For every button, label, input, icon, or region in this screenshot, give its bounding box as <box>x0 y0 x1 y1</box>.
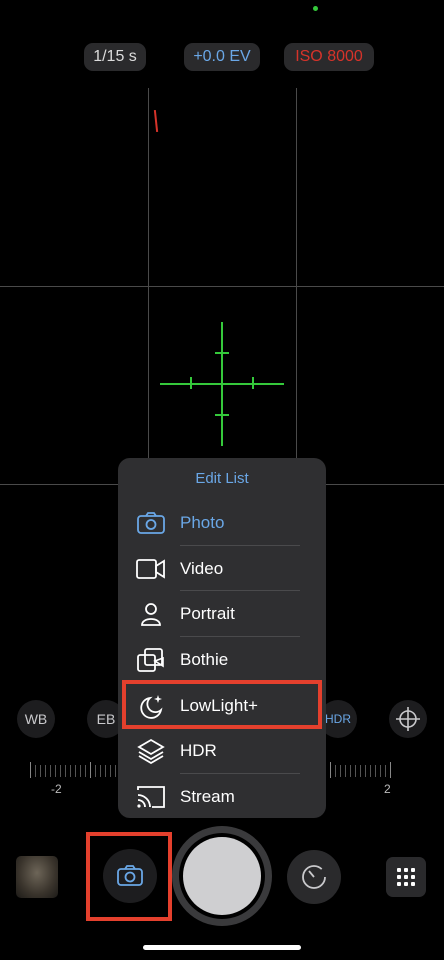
menu-item-label: Bothie <box>180 650 229 669</box>
layers-icon <box>137 738 165 764</box>
ruler-tick <box>65 765 66 777</box>
grid-level-button[interactable] <box>389 700 427 738</box>
ruler-tick <box>345 765 346 777</box>
menu-item-label: Video <box>180 559 224 578</box>
cast-icon <box>137 786 165 808</box>
home-indicator <box>143 945 301 950</box>
lowlight-highlight-frame <box>122 680 322 729</box>
ruler-tick <box>365 765 366 777</box>
ruler-tick <box>390 762 391 778</box>
ruler-tick <box>45 765 46 777</box>
menu-item-photo[interactable]: Photo <box>118 500 326 545</box>
ruler-tick <box>370 765 371 777</box>
ruler-tick <box>105 765 106 777</box>
iso-pill[interactable]: ISO 8000 <box>284 43 374 71</box>
menu-item-hdr[interactable]: HDR <box>118 728 326 773</box>
mode-edit-list-popup: Edit List Photo Video Portrait Bothie Lo… <box>118 458 326 818</box>
ruler-tick <box>50 765 51 777</box>
ruler-tick <box>115 765 116 777</box>
menu-item-label: Stream <box>180 787 235 806</box>
edit-list-button[interactable]: Edit List <box>118 458 326 500</box>
menu-item-bothie[interactable]: Bothie <box>118 637 326 682</box>
ruler-tick <box>60 765 61 777</box>
menu-item-video[interactable]: Video <box>118 546 326 591</box>
bothie-icon <box>137 648 164 672</box>
timer-icon <box>302 865 326 889</box>
menu-item-label: Photo <box>180 513 225 532</box>
ruler-tick <box>30 762 31 778</box>
menu-item-portrait[interactable]: Portrait <box>118 591 326 636</box>
photo-mode-highlight-frame <box>86 832 172 921</box>
grid-line-left <box>148 88 149 486</box>
ruler-tick <box>75 765 76 777</box>
timer-button[interactable] <box>287 850 341 904</box>
ruler-tick <box>335 765 336 777</box>
level-icon <box>396 707 420 731</box>
white-balance-button[interactable]: WB <box>17 700 55 738</box>
ruler-tick <box>40 765 41 777</box>
level-indicator <box>153 109 159 133</box>
grid-icon <box>397 868 415 886</box>
ruler-tick <box>80 765 81 777</box>
ruler-tick <box>330 762 331 778</box>
modes-grid-button[interactable] <box>386 857 426 897</box>
menu-item-label: Portrait <box>180 604 235 623</box>
gallery-thumbnail[interactable] <box>16 856 58 898</box>
ruler-tick <box>375 765 376 777</box>
ruler-tick <box>55 765 56 777</box>
shutter-button[interactable] <box>172 826 272 926</box>
person-icon <box>141 603 161 626</box>
ruler-tick <box>95 765 96 777</box>
ruler-tick <box>85 765 86 777</box>
ruler-tick <box>380 765 381 777</box>
ruler-tick <box>110 765 111 777</box>
ruler-tick <box>360 765 361 777</box>
ruler-tick <box>350 765 351 777</box>
ruler-tick <box>385 765 386 777</box>
menu-item-label: HDR <box>180 741 217 760</box>
camera-icon <box>137 512 165 534</box>
camera-indicator-dot <box>313 6 318 11</box>
ruler-tick <box>90 762 91 778</box>
ruler-label-max: 2 <box>384 782 391 796</box>
video-icon <box>136 559 165 579</box>
menu-item-stream[interactable]: Stream <box>118 774 326 818</box>
ruler-tick <box>35 765 36 777</box>
shutter-speed-pill[interactable]: 1/15 s <box>84 43 146 71</box>
ruler-tick <box>340 765 341 777</box>
ruler-tick <box>70 765 71 777</box>
exposure-pill[interactable]: +0.0 EV <box>184 43 260 71</box>
ruler-label-min: -2 <box>51 782 62 796</box>
ruler-tick <box>100 765 101 777</box>
grid-line-top <box>0 286 444 287</box>
grid-line-right <box>296 88 297 486</box>
shutter-inner <box>179 833 265 919</box>
ruler-tick <box>355 765 356 777</box>
